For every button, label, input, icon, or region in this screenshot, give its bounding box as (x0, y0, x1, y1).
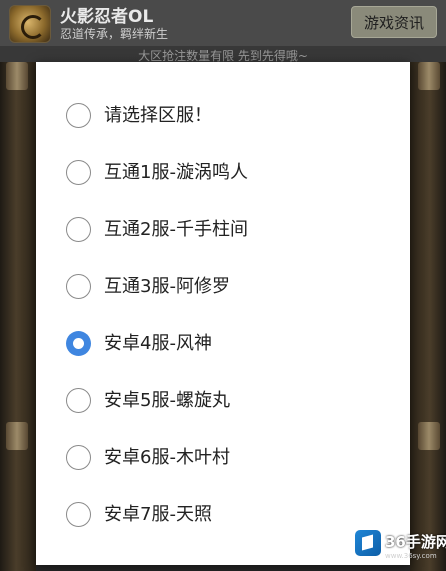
scroll-rod-icon (6, 422, 28, 450)
game-app-icon (9, 5, 51, 43)
scroll-rod-icon (418, 422, 440, 450)
radio-unchecked-icon[interactable] (66, 445, 91, 470)
server-option-label: 安卓5服-螺旋丸 (104, 390, 230, 411)
scroll-decoration-right (410, 62, 446, 571)
server-option[interactable]: 互通1服-漩涡鸣人 (36, 146, 410, 203)
server-option-selected[interactable]: 安卓4服-风神 (36, 317, 410, 374)
radio-unchecked-icon[interactable] (66, 103, 91, 128)
radio-unchecked-icon[interactable] (66, 388, 91, 413)
app-header: 火影忍者OL 忍道传承，羁绊新生 游戏资讯 (0, 0, 446, 46)
game-subtitle: 忍道传承，羁绊新生 (60, 27, 169, 41)
game-title: 火影忍者OL (60, 7, 154, 27)
radio-unchecked-icon[interactable] (66, 274, 91, 299)
server-option[interactable]: 互通3服-阿修罗 (36, 260, 410, 317)
server-option-label: 互通1服-漩涡鸣人 (104, 162, 248, 183)
scroll-decoration-left (0, 62, 36, 571)
site-watermark: 36手游网 www.36sy.com (352, 526, 446, 566)
radio-unchecked-icon[interactable] (66, 502, 91, 527)
game-news-button[interactable]: 游戏资讯 (351, 6, 437, 38)
server-option-label: 安卓6服-木叶村 (104, 447, 230, 468)
radio-checked-icon[interactable] (66, 331, 91, 356)
scroll-rod-icon (418, 62, 440, 90)
scroll-rod-icon (6, 62, 28, 90)
server-select-dialog: 请选择区服！ 互通1服-漩涡鸣人 互通2服-千手柱间 互通3服-阿修罗 安卓4服… (36, 62, 410, 565)
radio-unchecked-icon[interactable] (66, 217, 91, 242)
server-option-label: 安卓4服-风神 (104, 333, 212, 354)
server-option-label: 安卓7服-天照 (104, 504, 212, 525)
server-option[interactable]: 安卓5服-螺旋丸 (36, 374, 410, 431)
watermark-url: www.36sy.com (385, 552, 437, 560)
radio-unchecked-icon[interactable] (66, 160, 91, 185)
site-logo-icon (355, 530, 381, 556)
server-option-label: 请选择区服！ (104, 105, 212, 126)
server-option-label: 互通3服-阿修罗 (104, 276, 230, 297)
server-option[interactable]: 互通2服-千手柱间 (36, 203, 410, 260)
server-option[interactable]: 请选择区服！ (36, 89, 410, 146)
server-option-label: 互通2服-千手柱间 (104, 219, 248, 240)
server-option[interactable]: 安卓6服-木叶村 (36, 431, 410, 488)
watermark-text: 36手游网 (385, 533, 446, 551)
